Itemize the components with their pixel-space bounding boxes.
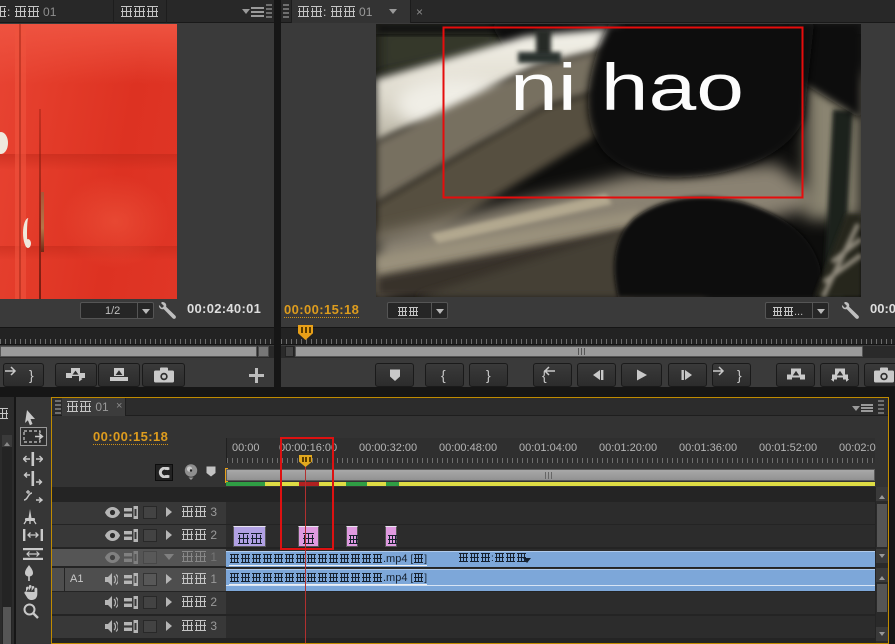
svg-text:ni hao: ni hao bbox=[510, 50, 744, 124]
